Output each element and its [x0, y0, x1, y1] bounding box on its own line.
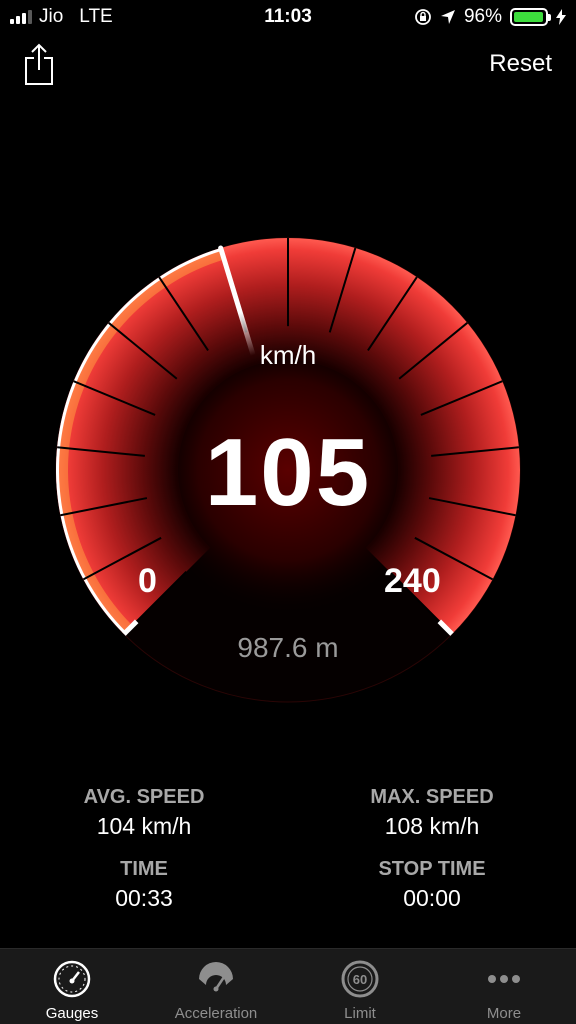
- tab-limit[interactable]: 60 Limit: [288, 949, 432, 1024]
- time-stat: TIME 00:33: [44, 858, 244, 912]
- current-speed: 105: [204, 419, 372, 526]
- more-dots-icon: [488, 975, 520, 983]
- time-value: 00:33: [115, 885, 173, 911]
- gauge-icon: [53, 960, 91, 998]
- gauge-min-label: 0: [138, 562, 157, 600]
- limit-60-icon: 60: [341, 960, 379, 998]
- gauge-max-label: 240: [384, 562, 441, 600]
- avg-speed-value: 104 km/h: [96, 813, 192, 839]
- stop-time-label: STOP TIME: [378, 858, 486, 880]
- distance-readout: 987.6 m: [237, 632, 339, 663]
- tab-acceleration-label: Acceleration: [174, 1005, 258, 1022]
- avg-speed-stat: AVG. SPEED 104 km/h: [44, 786, 244, 840]
- tab-limit-label: Limit: [344, 1005, 376, 1022]
- tab-more[interactable]: More: [432, 949, 576, 1024]
- stop-time-stat: STOP TIME 00:00: [332, 858, 532, 912]
- avg-speed-label: AVG. SPEED: [83, 786, 205, 808]
- max-speed-stat: MAX. SPEED 108 km/h: [332, 786, 532, 840]
- max-speed-value: 108 km/h: [384, 813, 480, 839]
- time-label: TIME: [120, 858, 168, 880]
- tab-acceleration[interactable]: Acceleration: [144, 949, 288, 1024]
- acceleration-icon: [199, 962, 233, 992]
- limit-sign-text: 60: [353, 972, 367, 987]
- stop-time-value: 00:00: [403, 885, 461, 911]
- tab-more-label: More: [486, 1005, 522, 1022]
- tab-gauges-label: Gauges: [45, 1005, 99, 1022]
- max-speed-label: MAX. SPEED: [370, 786, 494, 808]
- tab-gauges[interactable]: Gauges: [0, 949, 144, 1024]
- gauge-unit-label: km/h: [259, 340, 317, 370]
- tab-bar: Gauges Acceleration 60 Limit More: [0, 948, 576, 1024]
